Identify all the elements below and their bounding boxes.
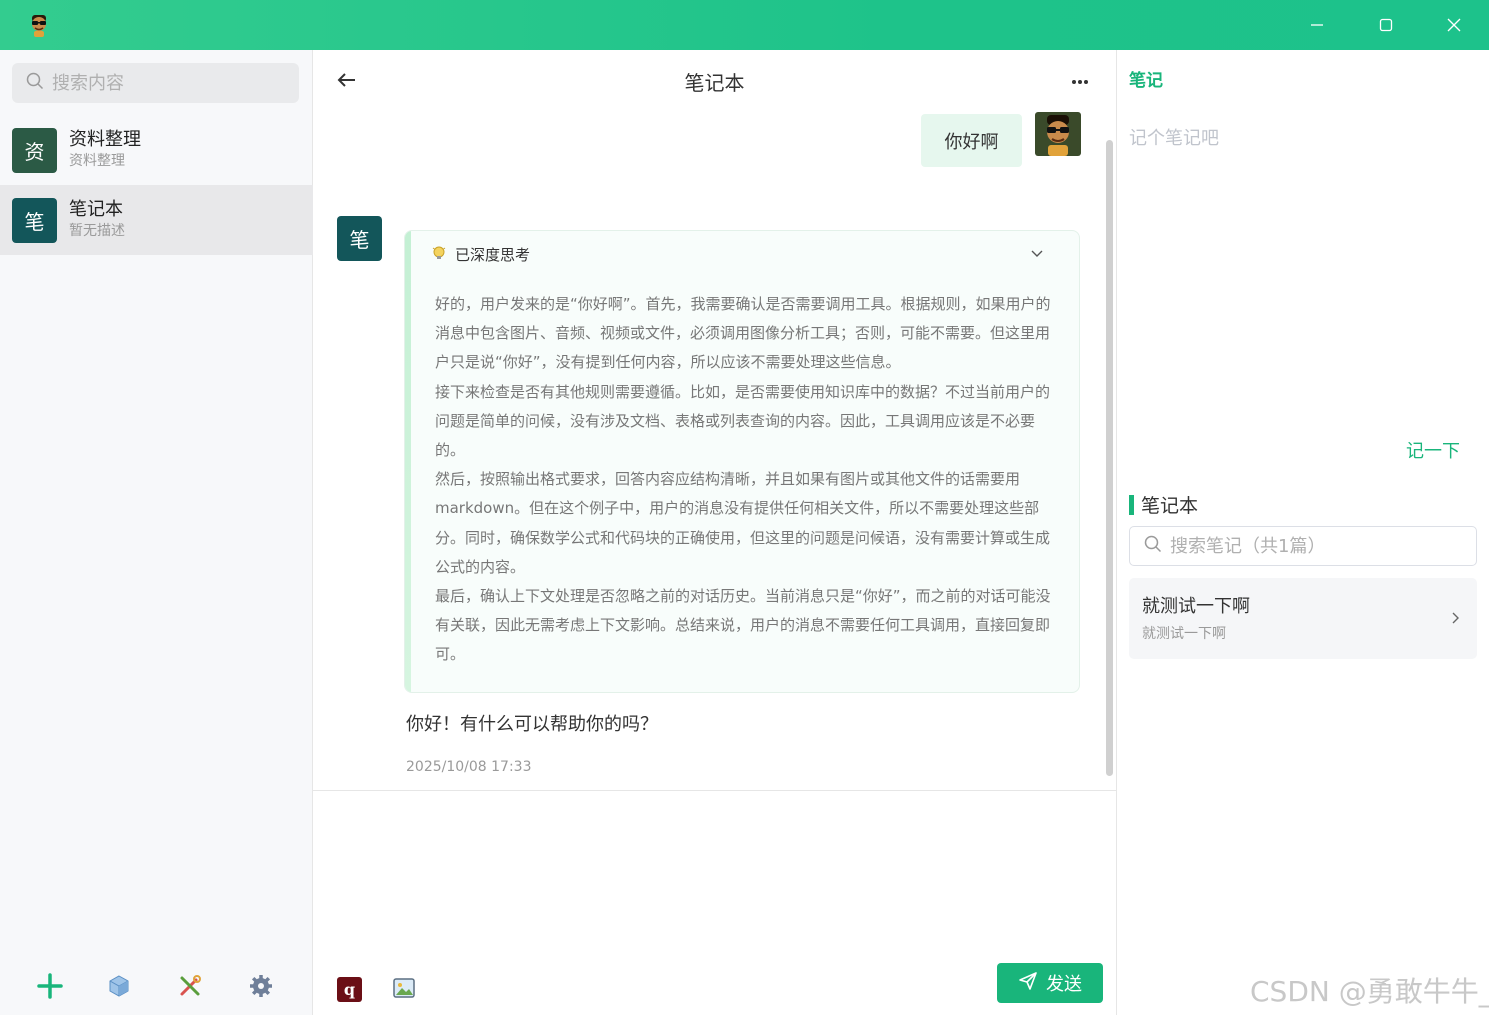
more-options-icon[interactable]: [1069, 72, 1091, 92]
message-timestamp: 2025/10/08 17:33: [406, 759, 532, 775]
cube-icon[interactable]: [105, 972, 133, 1000]
maximize-icon[interactable]: [1371, 10, 1401, 40]
app-avatar-icon: [26, 12, 52, 38]
bot-reply: 你好！有什么可以帮助你的吗？: [406, 714, 658, 735]
thinking-panel: 已深度思考 好的，用户发来的是“你好啊”。首先，我需要确认是否需要调用工具。根据…: [404, 230, 1080, 693]
thinking-paragraph: 最后，确认上下文处理是否忽略之前的对话历史。当前消息只是“你好”，而之前的对话可…: [435, 587, 1051, 664]
notes-search-input[interactable]: [1170, 535, 1470, 557]
q-tool-button[interactable]: q: [337, 977, 362, 1002]
chevron-down-icon[interactable]: [1029, 245, 1045, 261]
note-submit-button[interactable]: 记一下: [1406, 437, 1460, 463]
thinking-label: 已深度思考: [455, 246, 531, 264]
conversation-subtitle: 资料整理: [69, 153, 125, 169]
thinking-content: 好的，用户发来的是“你好啊”。首先，我需要确认是否需要调用工具。根据规则，如果用…: [435, 290, 1057, 670]
notes-title: 笔记: [1129, 71, 1163, 91]
conversation-item-ziliao[interactable]: 资 资料整理 资料整理: [0, 115, 313, 185]
note-input[interactable]: [1129, 124, 1469, 424]
search-icon: [26, 72, 44, 94]
notes-panel: 笔记 记一下 笔记本 就测试一下啊 就测试一下啊: [1116, 50, 1489, 1015]
search-icon: [1144, 535, 1162, 557]
conversation-subtitle: 暂无描述: [69, 223, 125, 239]
heading-accent-bar: [1129, 494, 1134, 515]
note-card[interactable]: 就测试一下啊 就测试一下啊: [1129, 578, 1477, 659]
chat-header: 笔记本: [313, 50, 1116, 110]
lightbulb-icon: [431, 245, 447, 265]
thinking-paragraph: 好的，用户发来的是“你好啊”。首先，我需要确认是否需要调用工具。根据规则，如果用…: [435, 295, 1051, 372]
conversation-title: 笔记本: [69, 199, 123, 220]
message-composer[interactable]: q 发送: [313, 790, 1116, 1015]
note-card-subtitle: 就测试一下啊: [1142, 626, 1226, 642]
thinking-paragraph: 接下来检查是否有其他规则需要遵循。比如，是否需要使用知识库中的数据？不过当前用户…: [435, 382, 1051, 460]
bot-avatar: 笔: [337, 216, 382, 261]
notebook-heading-label: 笔记本: [1141, 495, 1199, 517]
chevron-right-icon: [1447, 610, 1463, 626]
chat-title: 笔记本: [684, 71, 745, 95]
chat-scrollbar[interactable]: [1106, 140, 1113, 776]
send-label: 发送: [1046, 974, 1082, 995]
user-avatar: [1035, 112, 1081, 156]
watermark: CSDN @勇敢牛牛_: [1250, 975, 1489, 1008]
gear-icon[interactable]: [247, 972, 275, 1000]
search-input[interactable]: [52, 72, 282, 94]
notebook-heading: 笔记本: [1129, 491, 1198, 518]
minimize-icon[interactable]: [1302, 10, 1332, 40]
thinking-header[interactable]: 已深度思考: [431, 244, 530, 265]
conversation-item-notebook[interactable]: 笔 笔记本 暂无描述: [0, 185, 313, 255]
chat-panel: 笔记本 你好啊 笔 已深度思考 好的，用户发来的是“你好啊”。首先，我需要确认是…: [313, 50, 1116, 1015]
title-bar: [0, 0, 1489, 50]
sidebar-search[interactable]: [12, 63, 299, 103]
close-icon[interactable]: [1439, 10, 1469, 40]
user-message-bubble: 你好啊: [921, 114, 1022, 167]
sidebar-toolbar: [0, 960, 313, 1015]
send-button[interactable]: 发送: [997, 963, 1103, 1003]
conversation-avatar: 资: [12, 127, 57, 173]
notes-search[interactable]: [1129, 526, 1477, 566]
thinking-paragraph: 然后，按照输出格式要求，回答内容应结构清晰，并且如果有图片或其他文件的话需要用m…: [435, 470, 1051, 576]
image-upload-icon[interactable]: [393, 977, 415, 999]
sidebar: 资 资料整理 资料整理 笔 笔记本 暂无描述: [0, 50, 313, 1015]
note-card-title: 就测试一下啊: [1142, 596, 1250, 617]
add-icon[interactable]: [36, 972, 64, 1000]
conversation-title: 资料整理: [69, 129, 141, 150]
send-icon: [1018, 971, 1038, 996]
conversation-avatar: 笔: [12, 197, 57, 243]
tools-icon[interactable]: [176, 972, 204, 1000]
